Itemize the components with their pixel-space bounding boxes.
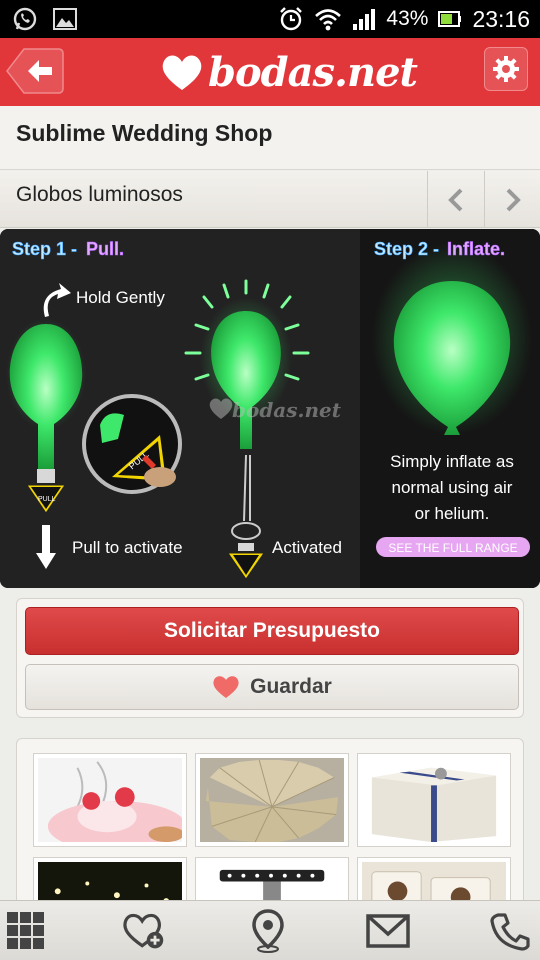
signal-icon [353,9,376,30]
request-quote-label: Solicitar Presupuesto [164,619,380,642]
save-label: Guardar [250,675,332,698]
bodas-logo[interactable]: bodas.net [160,46,418,98]
page-title: Sublime Wedding Shop [16,120,273,146]
clock: 23:16 [472,5,530,32]
thumb-cupcake[interactable] [33,753,187,847]
thumb-paper-fan[interactable] [195,753,349,847]
thumbnail-grid [16,738,524,908]
chevron-left-icon [447,188,462,211]
inflate-text-2: normal using air [392,478,513,497]
gear-icon [493,56,519,82]
status-bar: 43% 23:16 [0,0,540,38]
whatsapp-icon [13,7,37,31]
pull-detail-circle: PULL [82,394,182,494]
step1-label: Step 1 - [12,239,77,259]
next-button[interactable] [484,171,540,228]
gallery-header: Globos luminosos [0,171,540,228]
activated-text: Activated [272,538,342,557]
previous-button[interactable] [427,171,483,228]
hold-gently-text: Hold Gently [76,288,165,307]
product-image[interactable]: Step 1 - Pull. Step 2 - Inflate. Hold Ge… [0,229,540,588]
chevron-right-icon [506,188,521,211]
location-button[interactable] [246,909,290,953]
app-header: bodas.net [0,38,540,106]
step1-action: Pull. [86,239,124,259]
inflate-text-3: or helium. [415,504,490,523]
save-button[interactable]: Guardar [25,664,519,710]
menu-grid-button[interactable] [4,909,48,953]
gallery-icon [53,8,77,30]
battery-percent: 43% [386,7,429,30]
balloon-inflated [372,243,532,435]
inflate-text-1: Simply inflate as [390,452,514,471]
thumb-gift-box[interactable] [357,753,511,847]
shop-title-bar: Sublime Wedding Shop [0,106,540,170]
heart-add-icon [123,913,164,949]
mail-icon [366,914,410,948]
wifi-icon [315,9,342,31]
battery-icon [438,11,462,27]
back-button[interactable] [6,48,64,94]
gallery-title: Globos luminosos [16,183,183,206]
action-panel: Solicitar Presupuesto Guardar [16,598,524,718]
alarm-icon [280,7,303,31]
request-quote-button[interactable]: Solicitar Presupuesto [25,607,519,655]
message-button[interactable] [366,909,410,953]
logo-text: bodas.net [208,48,418,96]
full-range-text: SEE THE FULL RANGE [388,541,517,555]
logo-heart-icon [162,55,202,90]
grid-icon [7,912,44,949]
heart-icon [213,676,239,698]
settings-button[interactable] [484,47,528,91]
bottom-navigation [0,900,540,960]
watermark-text: bodas.net [232,398,342,422]
call-button[interactable] [488,909,532,953]
pull-tag-text: PULL [38,496,56,503]
location-pin-icon [252,909,284,953]
add-favorite-button[interactable] [122,909,166,953]
pull-to-activate-text: Pull to activate [72,538,183,557]
phone-icon [490,913,530,951]
